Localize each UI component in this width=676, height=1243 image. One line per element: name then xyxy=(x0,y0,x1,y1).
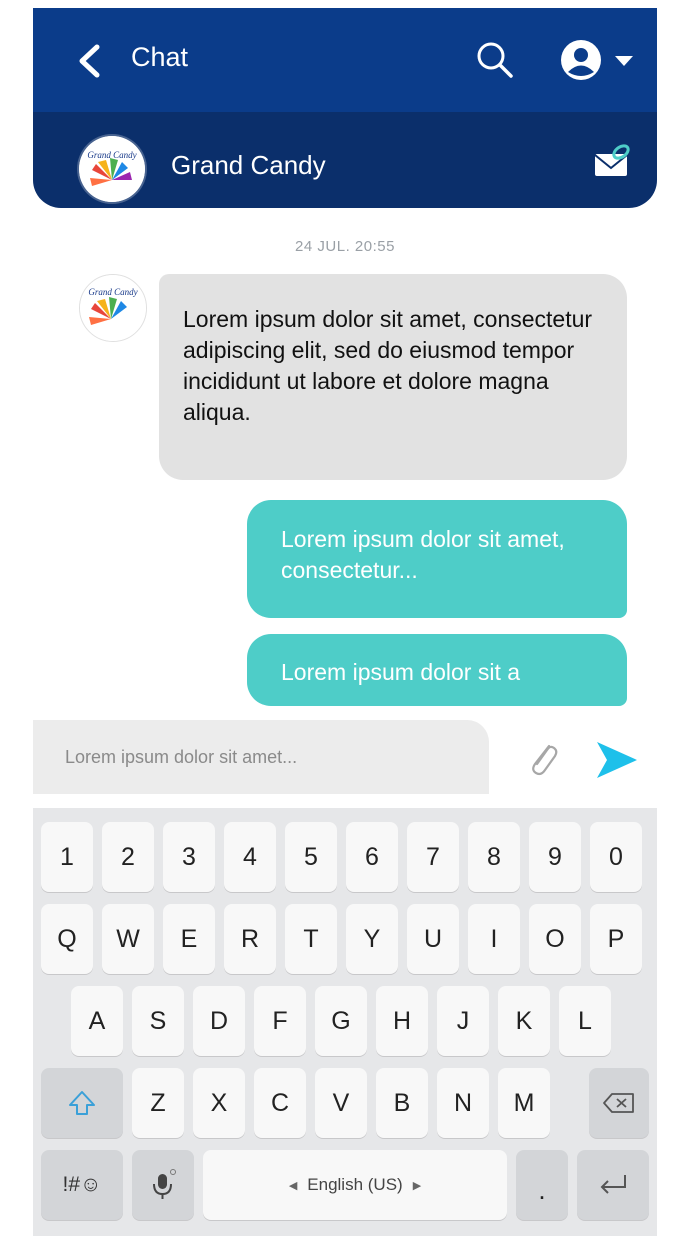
key-g[interactable]: G xyxy=(315,986,367,1056)
symbols-key[interactable]: !#☺ xyxy=(41,1150,123,1220)
backspace-key[interactable] xyxy=(589,1068,649,1138)
key-l[interactable]: L xyxy=(559,986,611,1056)
outgoing-message-bubble[interactable]: Lorem ipsum dolor sit amet, consectetur.… xyxy=(247,500,627,618)
enter-key[interactable] xyxy=(577,1150,649,1220)
key-z[interactable]: Z xyxy=(132,1068,184,1138)
period-key-label: . xyxy=(538,1174,546,1205)
enter-icon xyxy=(600,1175,626,1194)
key-v[interactable]: V xyxy=(315,1068,367,1138)
arrow-left-small-icon: ◀ xyxy=(288,1179,298,1192)
message-input[interactable] xyxy=(63,740,467,774)
chevron-left-icon[interactable] xyxy=(77,44,101,78)
account-menu[interactable] xyxy=(555,34,651,86)
key-h[interactable]: H xyxy=(376,986,428,1056)
period-key[interactable]: . xyxy=(516,1150,568,1220)
key-6[interactable]: 6 xyxy=(346,822,398,892)
key-a[interactable]: A xyxy=(71,986,123,1056)
conversation-header: Grand Candy Grand Candy xyxy=(33,112,657,208)
key-e[interactable]: E xyxy=(163,904,215,974)
user-circle-icon xyxy=(561,40,601,80)
key-7[interactable]: 7 xyxy=(407,822,459,892)
key-m[interactable]: M xyxy=(498,1068,550,1138)
key-f[interactable]: F xyxy=(254,986,306,1056)
key-8[interactable]: 8 xyxy=(468,822,520,892)
key-3[interactable]: 3 xyxy=(163,822,215,892)
key-s[interactable]: S xyxy=(132,986,184,1056)
page-title: Chat xyxy=(131,42,189,72)
key-5[interactable]: 5 xyxy=(285,822,337,892)
key-u[interactable]: U xyxy=(407,904,459,974)
key-r[interactable]: R xyxy=(224,904,276,974)
svg-text:Grand Candy: Grand Candy xyxy=(88,287,137,297)
key-i[interactable]: I xyxy=(468,904,520,974)
key-0[interactable]: 0 xyxy=(590,822,642,892)
sender-avatar: Grand Candy xyxy=(79,274,147,342)
key-p[interactable]: P xyxy=(590,904,642,974)
outgoing-message-bubble[interactable]: Lorem ipsum dolor sit a xyxy=(247,634,627,706)
key-t[interactable]: T xyxy=(285,904,337,974)
key-o[interactable]: O xyxy=(529,904,581,974)
app-bar: Chat xyxy=(33,8,657,112)
contact-name: Grand Candy xyxy=(171,150,326,180)
caret-down-icon xyxy=(615,56,633,66)
key-w[interactable]: W xyxy=(102,904,154,974)
key-y[interactable]: Y xyxy=(346,904,398,974)
incoming-message-bubble[interactable]: Lorem ipsum dolor sit amet, consectetur … xyxy=(159,274,627,480)
svg-text:Grand Candy: Grand Candy xyxy=(87,150,136,160)
message-timestamp: 24 JUL. 20:55 xyxy=(295,238,395,255)
key-2[interactable]: 2 xyxy=(102,822,154,892)
paperclip-icon[interactable] xyxy=(523,738,563,778)
key-x[interactable]: X xyxy=(193,1068,245,1138)
voice-input-key[interactable] xyxy=(132,1150,194,1220)
key-k[interactable]: K xyxy=(498,986,550,1056)
mail-attachment-icon[interactable] xyxy=(593,140,633,180)
key-d[interactable]: D xyxy=(193,986,245,1056)
backspace-icon xyxy=(603,1093,634,1113)
contact-avatar[interactable]: Grand Candy xyxy=(79,136,145,202)
language-label: English (US) xyxy=(307,1175,403,1194)
message-composer xyxy=(33,720,489,794)
shift-key[interactable] xyxy=(41,1068,123,1138)
key-c[interactable]: C xyxy=(254,1068,306,1138)
key-b[interactable]: B xyxy=(376,1068,428,1138)
key-j[interactable]: J xyxy=(437,986,489,1056)
search-icon[interactable] xyxy=(473,38,517,82)
symbols-key-label: !#☺ xyxy=(62,1173,102,1196)
key-9[interactable]: 9 xyxy=(529,822,581,892)
grand-candy-logo: Grand Candy xyxy=(80,275,146,341)
arrow-right-small-icon: ▶ xyxy=(412,1179,422,1192)
shift-arrow-icon xyxy=(69,1091,95,1115)
grand-candy-logo: Grand Candy xyxy=(79,136,145,202)
key-1[interactable]: 1 xyxy=(41,822,93,892)
space-key[interactable]: ◀ English (US) ▶ xyxy=(203,1150,507,1220)
key-q[interactable]: Q xyxy=(41,904,93,974)
key-n[interactable]: N xyxy=(437,1068,489,1138)
microphone-icon xyxy=(153,1169,176,1199)
chat-screen: Chat Grand Candy Grand Candy 24 JUL. 20:… xyxy=(33,8,657,1236)
on-screen-keyboard: 1 2 3 4 5 6 7 8 9 0 Q W E R T Y U I O P … xyxy=(33,808,657,1236)
key-4[interactable]: 4 xyxy=(224,822,276,892)
send-icon[interactable] xyxy=(593,740,639,780)
